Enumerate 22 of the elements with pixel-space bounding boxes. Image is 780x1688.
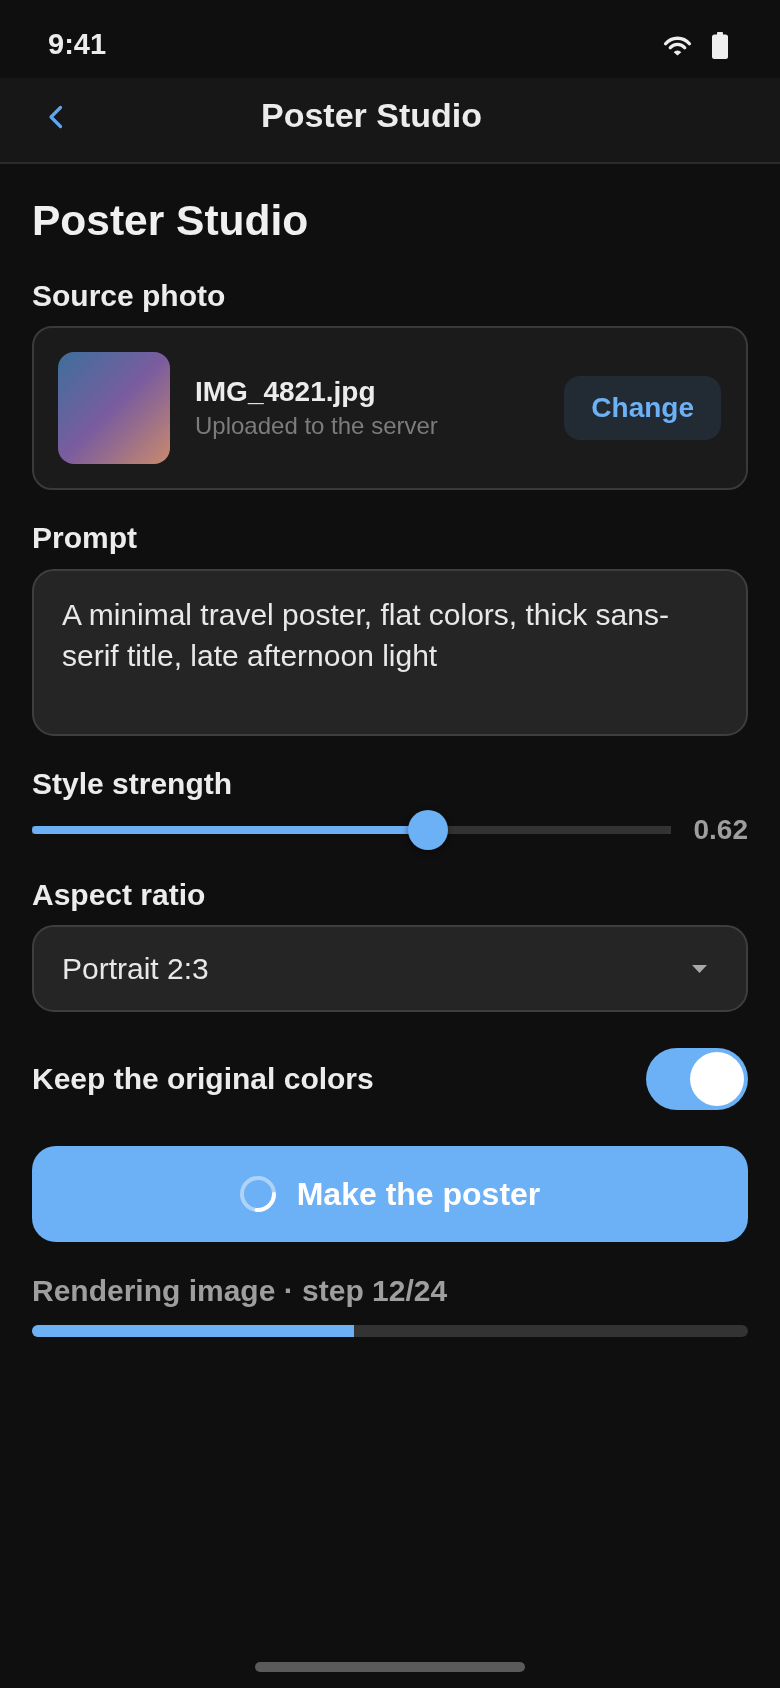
aspect-ratio-select[interactable]: Portrait 2:3: [32, 925, 748, 1012]
page-heading: Poster Studio: [32, 197, 309, 245]
caret-icon: [692, 964, 707, 973]
back-button[interactable]: [48, 104, 63, 129]
nav-title: Poster Studio: [261, 94, 482, 135]
status-time: 9:41: [48, 27, 107, 61]
wifi-icon: [663, 35, 692, 56]
toggle-label: Keep the original colors: [32, 1061, 374, 1097]
battery-icon: [712, 32, 728, 59]
slider-thumb[interactable]: [408, 810, 449, 850]
slider-value: 0.62: [693, 813, 748, 847]
change-button[interactable]: Change: [564, 376, 721, 440]
section-label: Prompt: [32, 520, 137, 556]
section-label: Aspect ratio: [32, 877, 206, 913]
section-label: Style strength: [32, 766, 233, 802]
chevron-left-icon: [48, 104, 63, 129]
file-name: IMG_4821.jpg: [195, 375, 376, 409]
prompt-field[interactable]: A minimal travel poster, flat colors, thick sans-serif title, late afternoon light: [32, 569, 748, 736]
section-label: Source photo: [32, 278, 226, 314]
upload-status: Uploaded to the server: [195, 411, 438, 441]
progress-label: Rendering image · step 12/24: [32, 1273, 448, 1309]
toggle-knob: [690, 1052, 744, 1106]
